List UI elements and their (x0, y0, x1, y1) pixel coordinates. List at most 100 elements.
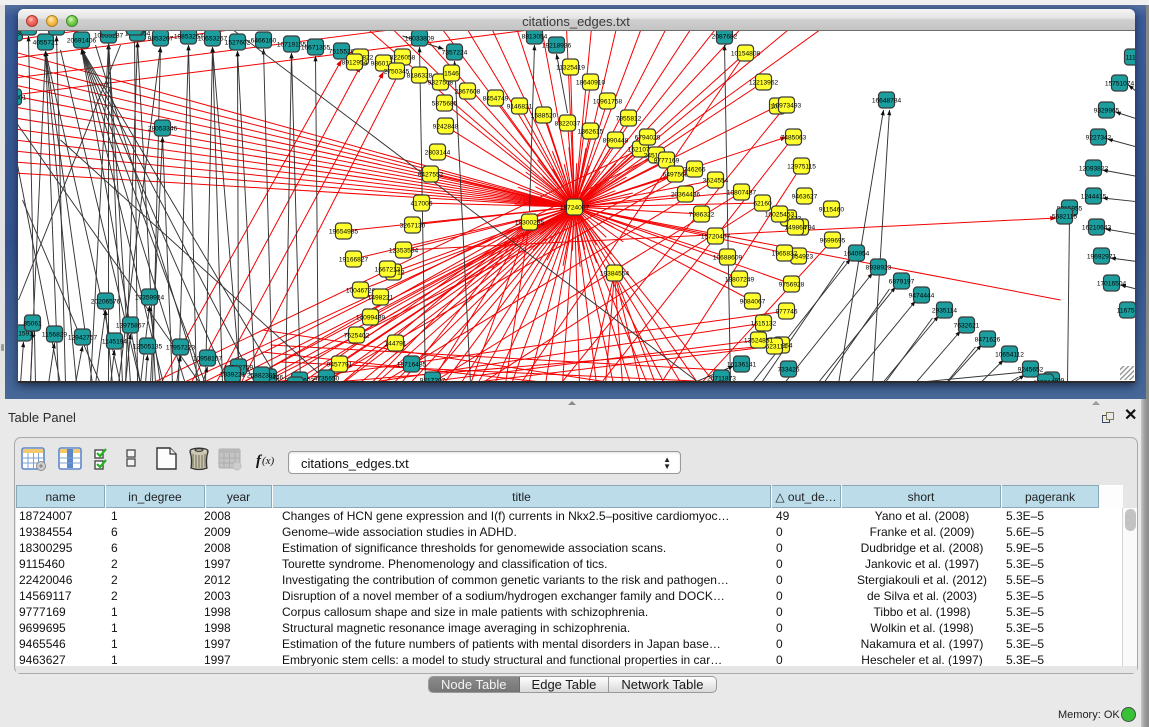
svg-text:10025453: 10025453 (764, 212, 794, 219)
svg-text:10973493: 10973493 (771, 103, 801, 110)
svg-text:25711873: 25711873 (707, 376, 736, 382)
svg-text:8471626: 8471626 (974, 337, 1000, 344)
svg-text:7955812: 7955812 (615, 116, 641, 123)
svg-text:1112: 1112 (1125, 55, 1134, 62)
svg-text:9853267: 9853267 (147, 36, 173, 43)
svg-text:4735650: 4735650 (313, 376, 339, 382)
svg-text:9227342: 9227342 (1085, 135, 1111, 142)
svg-text:1640954: 1640954 (843, 251, 869, 258)
svg-text:13524851: 13524851 (743, 338, 773, 345)
svg-text:(x): (x) (262, 455, 275, 467)
svg-text:12975115: 12975115 (787, 164, 816, 171)
svg-text:9463627: 9463627 (791, 194, 817, 201)
svg-text:8990448: 8990448 (602, 138, 628, 145)
svg-text:8454749: 8454749 (482, 96, 508, 103)
svg-text:17016504: 17016504 (1096, 281, 1126, 288)
svg-text:2803144: 2803144 (424, 150, 450, 157)
svg-text:8813054: 8813054 (521, 34, 547, 41)
svg-text:9777169: 9777169 (653, 158, 679, 165)
svg-text:1615132: 1615132 (750, 321, 776, 328)
svg-text:19166827: 19166827 (338, 257, 368, 264)
svg-text:18640910: 18640910 (575, 80, 605, 87)
svg-text:12093822: 12093822 (1078, 166, 1108, 173)
svg-text:8427552: 8427552 (417, 172, 443, 179)
svg-text:9146821: 9146821 (506, 104, 532, 111)
svg-text:9115460: 9115460 (818, 207, 844, 214)
svg-text:1244415: 1244415 (1080, 194, 1106, 201)
svg-text:10961758: 10961758 (592, 99, 622, 106)
svg-text:9457791: 9457791 (326, 362, 352, 369)
svg-text:8912954: 8912954 (341, 60, 367, 67)
svg-text:18807249: 18807249 (724, 277, 754, 284)
svg-text:19654985: 19654985 (328, 229, 358, 236)
svg-text:15751074: 15751074 (1104, 81, 1134, 88)
svg-text:4439167: 4439167 (1032, 380, 1058, 382)
svg-text:85061: 85061 (23, 321, 42, 328)
svg-text:1839221: 1839221 (219, 372, 245, 379)
svg-text:19384554: 19384554 (599, 271, 629, 278)
svg-text:17359924: 17359924 (134, 295, 164, 302)
svg-text:15716485: 15716485 (396, 362, 426, 369)
svg-text:1546: 1546 (444, 71, 459, 78)
svg-text:9217207: 9217207 (419, 378, 445, 382)
svg-text:3624554: 3624554 (702, 178, 728, 185)
svg-text:2367608: 2367608 (454, 89, 480, 96)
svg-text:13975867: 13975867 (115, 323, 145, 330)
svg-text:1145194: 1145194 (101, 339, 127, 346)
svg-text:6794028: 6794028 (634, 135, 660, 142)
svg-text:1588520: 1588520 (530, 113, 556, 120)
svg-text:15720407: 15720407 (700, 234, 730, 241)
svg-text:4055721: 4055721 (32, 40, 58, 47)
svg-text:733426: 733426 (777, 367, 799, 374)
svg-text:116753: 116753 (1116, 308, 1134, 315)
svg-text:1362615: 1362615 (577, 129, 603, 136)
svg-text:16671355: 16671355 (300, 45, 330, 52)
svg-text:8322037: 8322037 (554, 121, 580, 128)
svg-text:5875685: 5875685 (431, 101, 457, 108)
svg-text:1498221: 1498221 (367, 295, 393, 302)
svg-text:10688609: 10688609 (712, 255, 742, 262)
svg-text:8938923: 8938923 (865, 265, 891, 272)
svg-text:746266: 746266 (683, 167, 705, 174)
svg-text:12505135: 12505135 (132, 344, 162, 351)
svg-text:7357224: 7357224 (441, 50, 467, 57)
svg-text:2087682: 2087682 (711, 34, 737, 41)
svg-text:7485063: 7485063 (780, 135, 806, 142)
svg-text:1527602: 1527602 (224, 40, 250, 47)
svg-text:149864: 149864 (784, 225, 806, 232)
svg-text:16136141: 16136141 (726, 362, 756, 369)
svg-text:10154808: 10154808 (730, 51, 760, 58)
svg-text:9474444: 9474444 (908, 293, 934, 300)
svg-text:9245652: 9245652 (1017, 367, 1043, 374)
svg-text:5682115: 5682115 (1051, 214, 1077, 221)
svg-text:62160: 62160 (753, 201, 772, 208)
svg-text:28053346: 28053346 (147, 126, 177, 133)
svg-text:977746: 977746 (775, 309, 797, 316)
svg-text:2651301: 2651301 (18, 95, 27, 102)
svg-text:16648784: 16648784 (871, 98, 901, 105)
svg-text:10958107: 10958107 (192, 356, 222, 363)
svg-text:10046726: 10046726 (345, 288, 375, 295)
svg-text:8186328: 8186328 (406, 73, 432, 80)
svg-text:20206576: 20206576 (90, 299, 120, 306)
svg-text:19692971: 19692971 (1086, 254, 1116, 261)
svg-text:25882305: 25882305 (246, 373, 276, 380)
svg-text:9242848: 9242848 (432, 124, 458, 131)
svg-text:12213962: 12213962 (748, 80, 778, 87)
svg-text:20691406: 20691406 (66, 38, 96, 45)
svg-text:18724007: 18724007 (559, 205, 589, 212)
svg-text:12353594: 12353594 (388, 248, 418, 255)
svg-text:19218936: 19218936 (541, 43, 571, 50)
svg-text:17957223: 17957223 (165, 345, 195, 352)
svg-text:20364436: 20364436 (670, 192, 700, 199)
svg-text:7986322: 7986322 (688, 212, 714, 219)
svg-text:10807487: 10807487 (726, 190, 756, 197)
svg-text:16033809: 16033809 (404, 36, 434, 43)
svg-text:144791: 144791 (384, 341, 406, 348)
svg-text:1667213: 1667213 (374, 267, 400, 274)
svg-text:8226058: 8226058 (389, 55, 415, 62)
svg-text:18300295: 18300295 (514, 220, 544, 227)
svg-text:9084067: 9084067 (739, 299, 765, 306)
svg-text:12942757: 12942757 (67, 335, 97, 342)
svg-text:9699695: 9699695 (819, 238, 845, 245)
